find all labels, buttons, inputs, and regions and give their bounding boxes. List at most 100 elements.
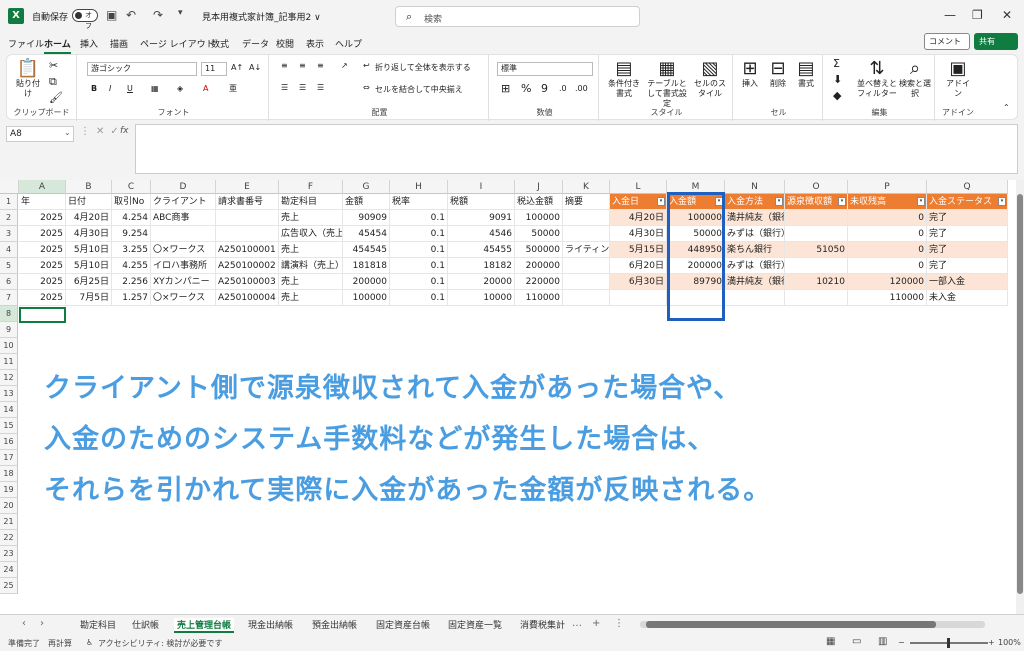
align-bottom-icon[interactable]: ≡ [317,61,324,71]
autosum-icon[interactable]: Σ [833,58,840,69]
wrap-text-icon[interactable]: ↩ [363,61,370,71]
cell[interactable]: 〇×ワークス [151,290,216,306]
table-cell[interactable]: 120000 [848,274,927,290]
cell[interactable]: 181818 [343,258,390,274]
row-header[interactable]: 23 [0,546,18,562]
cell[interactable]: 4月30日 [66,226,112,242]
cell[interactable]: 0.1 [390,258,448,274]
tab-home[interactable]: ホーム [44,37,71,54]
table-cell[interactable]: 楽ちん銀行 [725,242,785,258]
paste-button[interactable]: 📋 貼り付け [13,59,43,99]
status-accessibility[interactable]: アクセシビリティ: 検討が必要です [98,638,222,649]
tab-review[interactable]: 校閲 [276,37,294,50]
cell[interactable]: 2025 [19,242,66,258]
cell[interactable]: ライティング [563,242,610,258]
table-cell[interactable] [610,290,667,306]
next-sheet-icon[interactable]: › [40,618,44,629]
restore-icon[interactable]: ❐ [972,8,983,22]
cell[interactable]: 7月5日 [66,290,112,306]
cell[interactable]: 4.255 [112,258,151,274]
cell[interactable]: 2.256 [112,274,151,290]
cell[interactable]: 9091 [448,210,515,226]
cell[interactable]: 〇×ワークス [151,242,216,258]
row-header[interactable]: 25 [0,578,18,594]
table-cell[interactable] [785,258,848,274]
horizontal-scrollbar[interactable] [640,621,985,628]
fill-color-icon[interactable]: ◈ [177,84,183,94]
column-header[interactable]: B [66,180,112,194]
undo-icon[interactable]: ↶ [126,8,136,22]
table-header-cell[interactable]: 入金方法 ▾ [725,194,785,210]
phonetic-icon[interactable]: 亜 [229,84,237,94]
column-header[interactable]: A [19,180,66,194]
italic-icon[interactable]: I [109,84,111,94]
sheet-tab[interactable]: 仕訳帳 [132,618,159,631]
column-header[interactable]: H [390,180,448,194]
conditional-format-button[interactable]: ▤ 条件付き書式 [605,59,643,99]
delete-cells-button[interactable]: ⊟ 削除 [765,59,791,89]
percent-icon[interactable]: % [521,83,531,94]
cell[interactable]: 5月10日 [66,242,112,258]
row-header[interactable]: 9 [0,322,18,338]
row-header[interactable]: 7 [0,290,18,306]
fill-icon[interactable]: ⬇ [833,74,842,85]
table-cell[interactable]: 満井純友（銀行） [725,210,785,226]
select-all-corner[interactable] [0,180,19,194]
column-header[interactable]: D [151,180,216,194]
comment-button[interactable]: コメント [924,33,970,50]
row-header[interactable]: 18 [0,466,18,482]
cell[interactable]: 200000 [515,258,563,274]
row-header[interactable]: 6 [0,274,18,290]
underline-icon[interactable]: U [127,84,133,94]
header-cell[interactable]: 年 [19,194,66,210]
cell[interactable]: 講演料（売上） [279,258,343,274]
row-header[interactable]: 15 [0,418,18,434]
column-header[interactable]: O [785,180,848,194]
sheet-tab[interactable]: 消費税集計 [520,618,565,631]
header-cell[interactable]: 税額 [448,194,515,210]
table-cell[interactable]: 一部入金 [927,274,1008,290]
column-header[interactable]: I [448,180,515,194]
cell[interactable]: 110000 [515,290,563,306]
header-cell[interactable]: クライアント [151,194,216,210]
increase-decimal-icon[interactable]: .0 [559,84,567,94]
table-cell[interactable]: 5月15日 [610,242,667,258]
table-header-cell[interactable]: 未収残高 ▾ [848,194,927,210]
row-header[interactable]: 21 [0,514,18,530]
tab-page-layout[interactable]: ページ レイアウト [140,37,215,50]
orientation-icon[interactable]: ↗ [341,61,348,71]
align-top-icon[interactable]: ≡ [281,61,288,71]
cell[interactable]: 500000 [515,242,563,258]
column-header[interactable]: K [563,180,610,194]
decrease-decimal-icon[interactable]: .00 [575,84,588,94]
table-cell[interactable] [785,290,848,306]
cell[interactable]: 100000 [515,210,563,226]
column-header[interactable]: Q [927,180,1008,194]
cell[interactable]: A250100002 [216,258,279,274]
row-header[interactable]: 17 [0,450,18,466]
sheet-tab[interactable]: 固定資産一覧 [448,618,502,631]
cell[interactable]: 売上 [279,242,343,258]
table-header-cell[interactable]: 入金ステータス ▾ [927,194,1008,210]
cell[interactable]: 2025 [19,210,66,226]
zoom-slider-handle[interactable] [947,638,950,648]
cell[interactable] [216,226,279,242]
column-header[interactable]: C [112,180,151,194]
align-right-icon[interactable]: ☰ [317,83,324,93]
cell[interactable]: 45454 [343,226,390,242]
cell[interactable]: 1.257 [112,290,151,306]
table-cell[interactable]: 未入金 [927,290,1008,306]
find-select-button[interactable]: ⌕ 検索と選択 [899,59,931,99]
header-cell[interactable]: 請求書番号 [216,194,279,210]
row-header[interactable]: 11 [0,354,18,370]
cell[interactable]: 2025 [19,226,66,242]
table-cell[interactable]: 0 [848,242,927,258]
column-header[interactable]: F [279,180,343,194]
table-cell[interactable]: 4月30日 [610,226,667,242]
collapse-ribbon-icon[interactable]: ⌃ [1003,103,1010,113]
filter-dropdown-icon[interactable]: ▾ [917,197,925,206]
format-table-button[interactable]: ▦ テーブルとして書式設定 [645,59,689,109]
copy-icon[interactable]: ⧉ [49,76,57,87]
insert-cells-button[interactable]: ⊞ 挿入 [737,59,763,89]
table-cell[interactable]: 満井純友（銀行） [725,274,785,290]
